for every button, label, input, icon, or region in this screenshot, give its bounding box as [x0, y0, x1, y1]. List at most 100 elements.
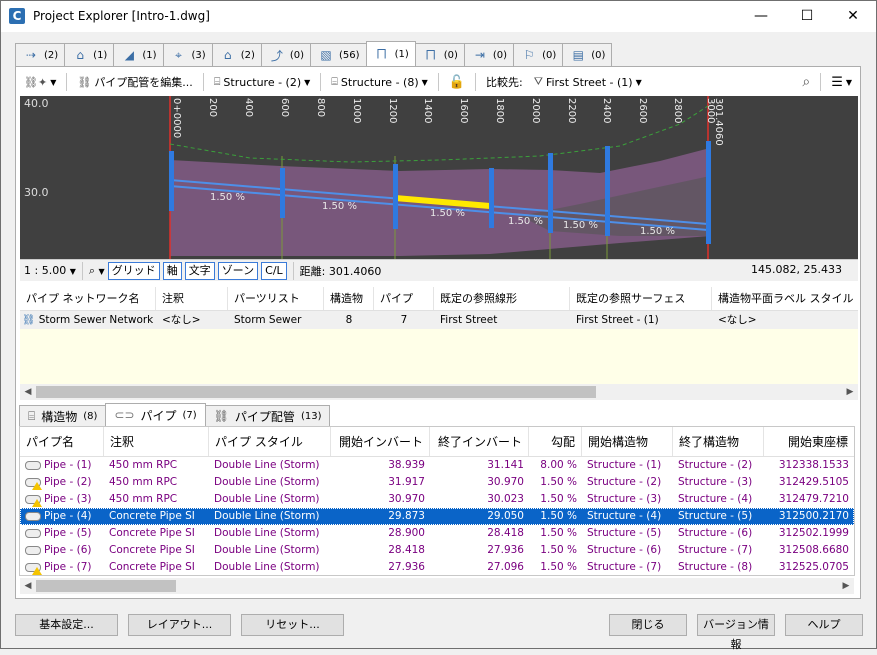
column-header[interactable]: 注釈 [104, 427, 209, 456]
scroll-right-icon[interactable]: ▶ [842, 387, 858, 397]
table-row-selected[interactable]: Pipe - (4) Concrete Pipe SI Double Line … [20, 508, 854, 525]
column-header[interactable]: 注釈 [156, 287, 228, 310]
column-header[interactable]: パイプ ネットワーク名 [20, 287, 156, 310]
list-view-icon: ☰ [831, 74, 843, 90]
tab-sections[interactable]: ⇥ (0) [463, 43, 515, 66]
column-header[interactable]: 開始インバート [331, 427, 430, 456]
column-header[interactable]: 構造物 [324, 287, 374, 310]
tab-count: (2) [240, 49, 255, 61]
alignment-icon: ⇢ [25, 48, 37, 62]
scroll-left-icon[interactable]: ◀ [20, 581, 36, 591]
column-header[interactable]: パーツリスト [228, 287, 324, 310]
column-header[interactable]: 終了インバート [430, 427, 529, 456]
column-header[interactable]: 開始構造物 [582, 427, 673, 456]
close-window-button[interactable]: ✕ [830, 1, 876, 32]
table-cell: Structure - (3) [678, 476, 753, 488]
table-row[interactable]: Pipe - (2) 450 mm RPC Double Line (Storm… [20, 474, 854, 491]
table-cell: 1.50 % [540, 544, 577, 556]
table-row[interactable]: ⛓ Storm Sewer Network <なし> Storm Sewer 8… [20, 311, 858, 329]
pipe-icon [25, 528, 41, 538]
layout-button[interactable]: レイアウト... [128, 614, 231, 636]
text-toggle[interactable]: 文字 [184, 261, 215, 280]
tab-sample-lines[interactable]: ▤ (0) [562, 43, 613, 66]
scale-dropdown[interactable]: 1 : 5.00 ▼ [24, 264, 76, 277]
table-cell: Structure - (5) [678, 510, 753, 522]
network-grid-scrollbar[interactable]: ◀ ▶ [20, 384, 858, 400]
table-cell: 312525.0705 [778, 561, 849, 573]
zoom-button[interactable]: ⌕ [798, 71, 814, 93]
scroll-left-icon[interactable]: ◀ [20, 387, 36, 397]
tab-surfaces[interactable]: ⌂ (2) [211, 43, 262, 66]
table-cell: Structure - (4) [587, 510, 662, 522]
column-header[interactable]: 既定の参照サーフェス [570, 287, 712, 310]
table-cell: 312500.2170 [778, 510, 849, 522]
table-row[interactable]: Pipe - (7) Concrete Pipe SI Double Line … [20, 559, 854, 576]
tab-pipe-networks[interactable]: ⨅ (1) [365, 41, 416, 66]
structure-dropdown-1[interactable]: ⌸ Structure - (2) ▼ [210, 71, 314, 93]
add-pipe-run-button[interactable]: ⛓✦ ▼ [20, 71, 60, 93]
svg-text:1.50 %: 1.50 % [640, 226, 675, 237]
table-cell: 1.50 % [540, 510, 577, 522]
column-header[interactable]: パイプ [374, 287, 434, 310]
scroll-thumb[interactable] [36, 580, 176, 592]
tab-pipe-runs[interactable]: ⛓ パイプ配管 (13) [204, 405, 331, 426]
scroll-track[interactable] [36, 384, 842, 400]
tab-feature-lines[interactable]: ⤴ (0) [260, 43, 312, 66]
column-header[interactable]: 終了構造物 [673, 427, 764, 456]
table-row[interactable]: Pipe - (6) Concrete Pipe SI Double Line … [20, 542, 854, 559]
centerline-toggle[interactable]: C/L [261, 261, 287, 280]
settings-button[interactable]: 基本設定... [15, 614, 118, 636]
table-cell: 27.936 [388, 561, 425, 573]
table-row[interactable]: Pipe - (3) 450 mm RPC Double Line (Storm… [20, 491, 854, 508]
site-icon: ⌂ [76, 48, 84, 62]
table-cell: 31.141 [487, 459, 524, 471]
close-button[interactable]: 閉じる [609, 614, 687, 636]
axis-toggle[interactable]: 軸 [162, 261, 182, 280]
structure-dropdown-2[interactable]: ⌸ Structure - (8) ▼ [327, 71, 431, 93]
column-header[interactable]: パイプ スタイル [209, 427, 331, 456]
tab-alignments[interactable]: ⇢ (2) [15, 43, 66, 66]
pipe-grid-scrollbar[interactable]: ◀ ▶ [20, 578, 854, 594]
compare-dropdown[interactable]: ⛛ First Street - (1) ▼ [530, 71, 646, 93]
scroll-track[interactable] [36, 578, 838, 594]
view-options-button[interactable]: ☰ ▼ [827, 71, 856, 93]
tab-survey[interactable]: ⚐ (0) [513, 43, 564, 66]
grid-toggle[interactable]: グリッド [107, 261, 160, 280]
separator [202, 73, 204, 91]
column-header[interactable]: 勾配 [529, 427, 582, 456]
zoom-dropdown[interactable]: ⌕ ▼ [89, 264, 105, 278]
table-cell: Concrete Pipe SI [109, 561, 195, 573]
profile-view[interactable]: 40.0 30.0 0+0000 200 400 600 800 1000 12… [20, 96, 858, 259]
column-header[interactable]: 既定の参照線形 [434, 287, 570, 310]
separator [292, 261, 294, 280]
unlock-button[interactable]: 🔓 [445, 71, 469, 93]
help-button[interactable]: ヘルプ [785, 614, 863, 636]
reset-button[interactable]: リセット... [241, 614, 344, 636]
column-header[interactable]: パイプ名 [20, 427, 104, 456]
tab-sites[interactable]: ⌂ (1) [64, 43, 115, 66]
chevron-down-icon: ▼ [98, 266, 105, 276]
tab-parcels[interactable]: ▧ (56) [310, 43, 367, 66]
column-header[interactable]: 構造物平面ラベル スタイル [712, 287, 858, 310]
zone-toggle[interactable]: ゾーン [217, 261, 259, 280]
table-cell: 450 mm RPC [109, 476, 178, 488]
tab-structures[interactable]: ⌸ 構造物 (8) [19, 405, 107, 426]
corridor-icon: ◢ [124, 48, 134, 62]
table-row[interactable]: Pipe - (5) Concrete Pipe SI Double Line … [20, 525, 854, 542]
version-info-button[interactable]: バージョン情報 [697, 614, 775, 651]
pipe-warning-icon [25, 562, 42, 575]
table-row[interactable]: Pipe - (1) 450 mm RPC Double Line (Storm… [20, 457, 854, 474]
maximize-button[interactable]: ☐ [784, 1, 830, 32]
tab-points[interactable]: ⌖ (3) [162, 43, 213, 66]
edit-pipe-run-button[interactable]: ⛓ パイプ配管を編集... [73, 71, 196, 93]
column-header[interactable]: 開始東座標 [764, 427, 854, 456]
scroll-right-icon[interactable]: ▶ [838, 581, 854, 591]
warning-icon [32, 481, 42, 490]
table-cell: Storm Sewer [234, 314, 302, 326]
tab-corridors[interactable]: ◢ (1) [113, 43, 164, 66]
scroll-thumb[interactable] [36, 386, 596, 398]
tab-pipes[interactable]: ⊂⊃ パイプ (7) [105, 403, 206, 426]
minimize-button[interactable]: — [738, 1, 784, 32]
pipe-icon [25, 511, 41, 521]
tab-pressure-networks[interactable]: ⨅ (0) [414, 43, 465, 66]
